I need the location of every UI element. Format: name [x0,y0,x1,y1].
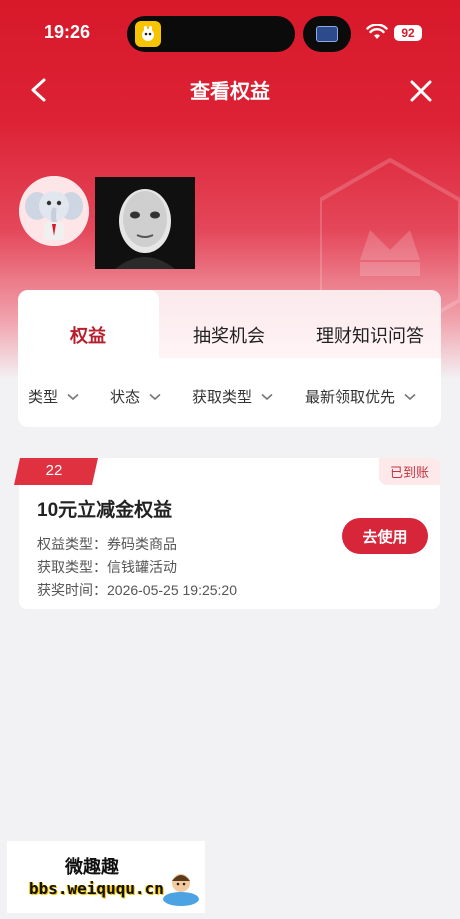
chevron-down-icon [404,393,416,400]
reward-time: 获奖时间：2026-05-25 19:25:20 [37,582,237,598]
mascot-avatar[interactable] [19,176,89,246]
profile-photo[interactable] [95,177,195,269]
use-button[interactable]: 去使用 [342,518,428,554]
chevron-down-icon [261,393,273,400]
chevron-down-icon [67,393,79,400]
filter-acquire-type[interactable]: 获取类型 [192,386,273,407]
page-title: 查看权益 [190,81,270,103]
filter-status-label: 状态 [110,389,141,406]
chevron-down-icon [149,393,161,400]
filter-status[interactable]: 状态 [110,386,161,407]
reward-title: 10元立减金权益 [37,500,173,521]
reward-benefit-type: 权益类型：券码类商品 [37,536,177,552]
status-bar: 19:26 92 [0,0,460,64]
reward-badge: 22 [45,462,63,479]
watermark: 微趣趣 bbs.weiququ.cn [7,841,205,913]
watermark-title: 微趣趣 [65,857,119,877]
navigation-bar: 查看权益 [0,64,460,114]
reward-acquire-type: 获取类型：信钱罐活动 [37,559,177,575]
card-icon [316,26,338,42]
filter-sort-label: 最新领取优先 [305,389,396,406]
close-icon[interactable] [406,76,436,106]
status-badge: 已到账 [379,458,440,485]
mascot-icon [163,874,199,906]
watermark-url: bbs.weiququ.cn [29,879,164,898]
tab-lottery-chances[interactable]: 抽奖机会 [193,322,265,348]
status-time: 19:26 [44,22,91,42]
wallet-activity [303,16,351,52]
app-activity-icon [135,21,161,47]
tab-rewards[interactable]: 权益 [70,322,106,348]
filter-type-label: 类型 [28,389,59,406]
rewards-tab-panel: 权益 抽奖机会 理财知识问答 类型 状态 获取类型 最新领取优先 [18,290,441,427]
filter-type[interactable]: 类型 [28,386,79,407]
wifi-icon [366,24,388,39]
tab-finance-quiz[interactable]: 理财知识问答 [316,322,424,348]
dynamic-island [127,16,295,52]
battery-indicator: 92 [394,25,422,41]
filter-acquire-type-label: 获取类型 [192,389,253,406]
filter-sort[interactable]: 最新领取优先 [305,386,416,407]
